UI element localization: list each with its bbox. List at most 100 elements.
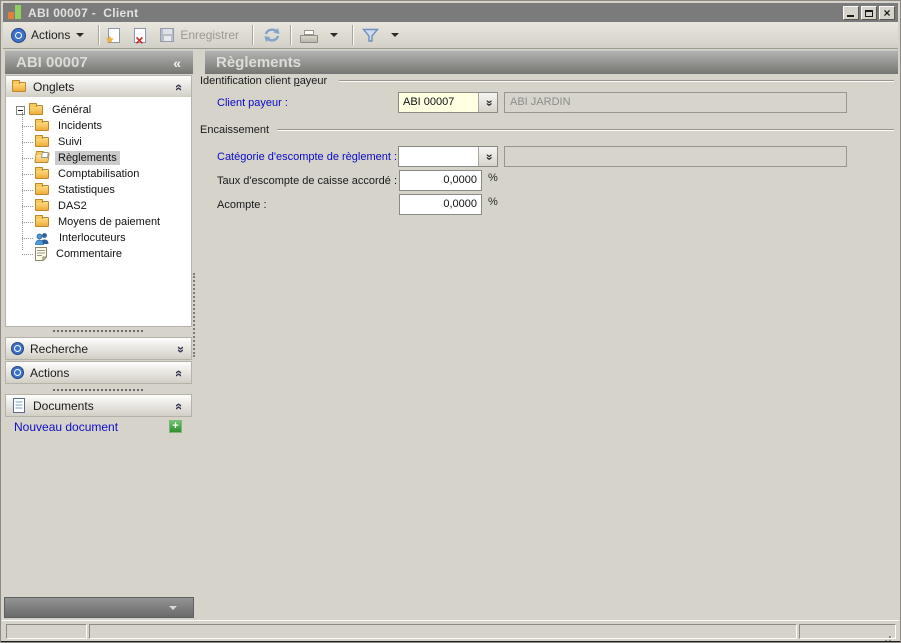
client-payeur-value: ABI 00007	[399, 93, 478, 112]
client-payeur-label: Client payeur :	[217, 97, 288, 109]
folder-icon	[35, 121, 49, 131]
sidebar-splitter-handle[interactable]	[53, 330, 143, 332]
folder-icon	[35, 185, 49, 195]
close-icon: ×	[883, 8, 890, 18]
folder-icon	[29, 105, 43, 115]
toolbar-separator	[252, 25, 254, 45]
acompte-suffix: %	[488, 196, 498, 208]
sidebar-header-title: ABI 00007	[16, 51, 88, 74]
overflow-caret-icon	[169, 606, 177, 610]
acompte-input[interactable]: 0,0000	[399, 194, 482, 215]
vertical-splitter-handle[interactable]	[193, 273, 195, 357]
taux-escompte-suffix: %	[488, 172, 498, 184]
client-payeur-dropdown-button[interactable]	[478, 93, 497, 112]
group-encaissement-label: Encaissement	[200, 124, 269, 136]
maximize-icon	[865, 10, 873, 17]
group-identification-label: Identification client payeur	[200, 75, 327, 87]
sidebar-overflow-bar[interactable]	[4, 597, 194, 618]
people-icon	[35, 232, 50, 245]
toolbar-separator	[98, 25, 100, 45]
minimize-button[interactable]	[843, 6, 859, 20]
tree-connector	[22, 142, 33, 143]
nouveau-document-link[interactable]: Nouveau document	[14, 420, 118, 434]
tree-item-incidents[interactable]: Incidents	[22, 118, 105, 134]
actions-menu-button[interactable]: Actions	[9, 26, 93, 44]
panel-onglets-label: Onglets	[33, 80, 74, 94]
tree-item-reglements[interactable]: Règlements	[22, 150, 120, 166]
delete-button[interactable]: ×	[131, 26, 149, 45]
add-document-button[interactable]: +	[169, 420, 182, 433]
status-cell	[799, 624, 896, 639]
chevron-up-icon[interactable]	[176, 399, 183, 414]
save-icon	[160, 28, 174, 42]
save-button-label: Enregistrer	[180, 28, 239, 42]
sidebar-splitter-handle[interactable]	[53, 389, 143, 391]
client-payeur-name-field: ABI JARDIN	[504, 92, 847, 113]
tree-connector	[22, 254, 33, 255]
save-button[interactable]: Enregistrer	[157, 26, 242, 44]
actions-menu-label: Actions	[31, 28, 70, 42]
folder-icon	[35, 201, 49, 211]
group-line	[277, 129, 894, 131]
group-line	[339, 80, 894, 82]
print-options-button[interactable]	[321, 31, 347, 39]
print-button[interactable]	[297, 25, 321, 45]
categorie-escompte-combo[interactable]	[398, 146, 498, 167]
new-document-icon: ★	[108, 28, 120, 43]
categorie-escompte-value	[399, 147, 478, 166]
client-payeur-combo[interactable]: ABI 00007	[398, 92, 498, 113]
close-button[interactable]: ×	[879, 6, 895, 20]
chevron-up-icon[interactable]	[176, 80, 183, 95]
taux-escompte-input[interactable]: 0,0000	[399, 170, 482, 191]
panel-documents-label: Documents	[33, 399, 94, 413]
tree-connector	[22, 190, 33, 191]
chevron-up-icon[interactable]	[176, 366, 183, 381]
new-button[interactable]: ★	[105, 26, 123, 45]
maximize-button[interactable]	[861, 6, 877, 20]
sidebar-collapse-button[interactable]: «	[173, 52, 181, 74]
tree-item-general[interactable]: Général	[16, 102, 94, 118]
folder-icon	[35, 137, 49, 147]
title-bar: ABI 00007 - Client ×	[3, 3, 898, 22]
onglets-tree: GénéralIncidentsSuiviRèglementsComptabil…	[5, 97, 192, 327]
tree-item-statistiques[interactable]: Statistiques	[22, 182, 118, 198]
status-cell	[89, 624, 797, 639]
folder-icon	[35, 217, 49, 227]
chevron-down-icon[interactable]	[176, 342, 183, 357]
tree-item-suivi[interactable]: Suivi	[22, 134, 85, 150]
actions-target-icon	[12, 367, 23, 378]
print-caret-icon	[330, 33, 338, 37]
tree-item-moyens-de-paiement[interactable]: Moyens de paiement	[22, 214, 163, 230]
categorie-escompte-dropdown-button[interactable]	[478, 147, 497, 166]
sidebar-header: ABI 00007 «	[5, 50, 193, 74]
delete-icon: ×	[134, 28, 146, 43]
taux-escompte-label: Taux d'escompte de caisse accordé :	[217, 175, 397, 187]
filter-options-button[interactable]	[382, 31, 408, 39]
tree-expander-icon[interactable]	[16, 106, 25, 115]
tree-item-interlocuteurs[interactable]: Interlocuteurs	[22, 230, 129, 246]
categorie-escompte-name-field	[504, 146, 847, 167]
panel-header-actions[interactable]: Actions	[5, 361, 192, 384]
filter-icon	[362, 28, 379, 43]
panel-header-onglets[interactable]: Onglets	[5, 75, 192, 98]
filter-button[interactable]	[359, 26, 382, 45]
panel-actions-label: Actions	[30, 366, 69, 380]
tree-connector	[22, 222, 33, 223]
tree-connector	[22, 206, 33, 207]
refresh-button[interactable]	[259, 25, 285, 45]
recherche-target-icon	[12, 343, 23, 354]
tree-item-commentaire[interactable]: Commentaire	[22, 246, 125, 262]
panel-header-documents[interactable]: Documents	[5, 394, 192, 417]
status-cell	[6, 624, 87, 639]
main-header: Règlements	[205, 50, 898, 74]
panel-recherche-label: Recherche	[30, 342, 88, 356]
tree-item-comptabilisation[interactable]: Comptabilisation	[22, 166, 142, 182]
folder-icon	[12, 82, 26, 92]
tree-connector	[22, 126, 33, 127]
filter-caret-icon	[391, 33, 399, 37]
toolbar: Actions ★ × Enregistrer	[3, 22, 898, 49]
tree-item-das2[interactable]: DAS2	[22, 198, 90, 214]
panel-header-recherche[interactable]: Recherche	[5, 337, 192, 360]
minimize-icon	[847, 15, 854, 17]
folder-open-icon	[34, 153, 49, 163]
